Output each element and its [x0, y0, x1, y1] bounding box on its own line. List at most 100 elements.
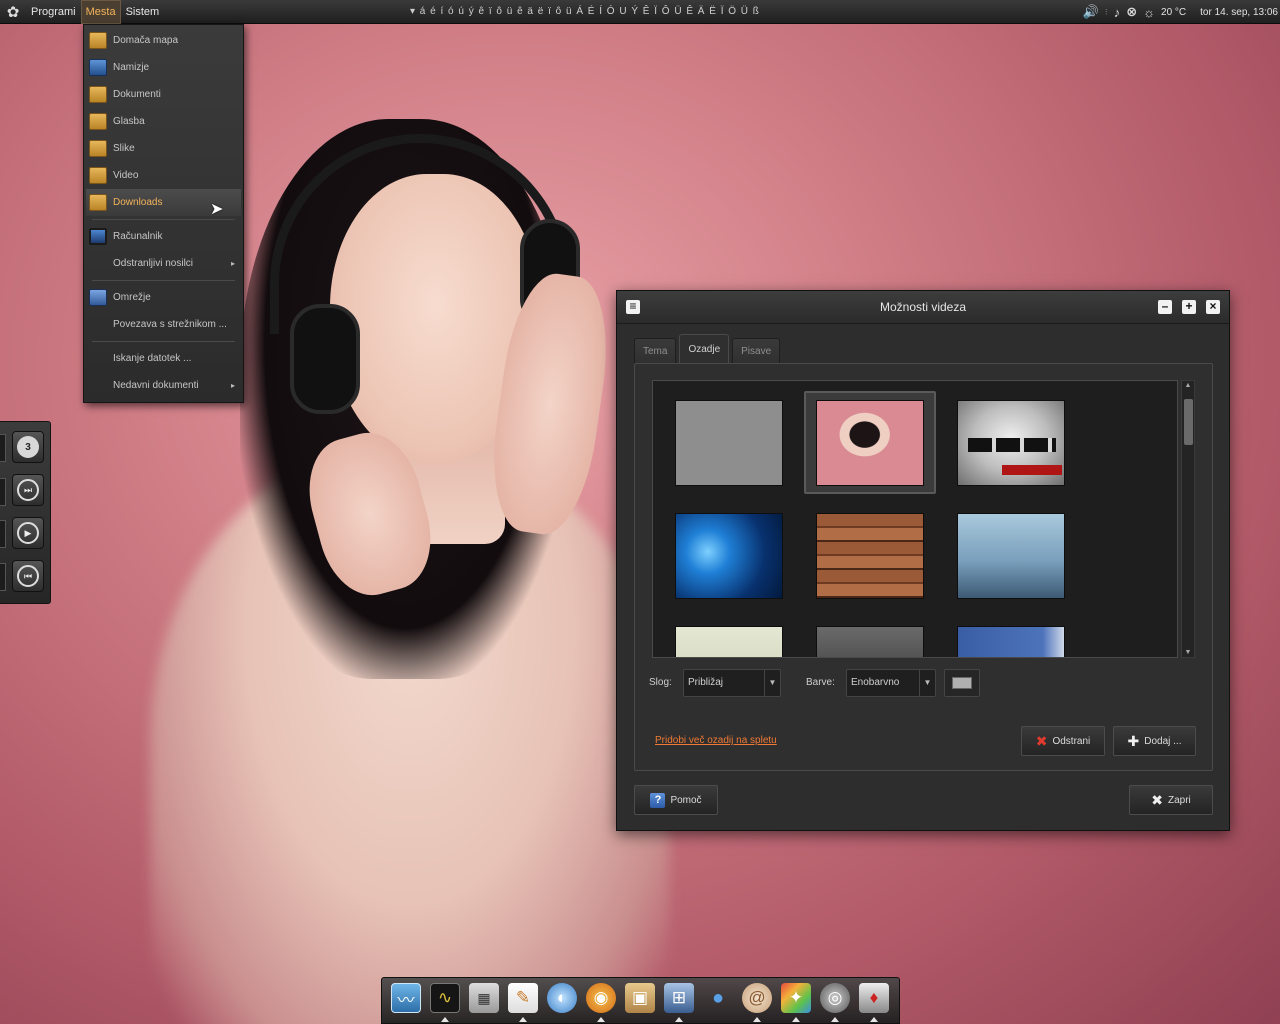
menu-item-pictures[interactable]: Slike — [84, 135, 243, 162]
help-button-label: Pomoč — [670, 794, 702, 806]
menu-item-search-files[interactable]: Iskanje datotek ... — [84, 345, 243, 372]
dialog-titlebar[interactable]: ≡ Možnosti videza – + × — [617, 291, 1229, 324]
water-drop-icon[interactable]: ● — [703, 983, 733, 1013]
menu-separator — [92, 341, 235, 342]
remove-button-label: Odstrani — [1052, 735, 1091, 747]
menu-item-label: Računalnik — [113, 231, 163, 242]
gallery-scrollbar[interactable]: ▲ ▼ — [1181, 380, 1195, 658]
maximize-icon[interactable]: + — [1182, 300, 1196, 314]
menu-item-music[interactable]: Glasba — [84, 108, 243, 135]
computer-icon — [89, 228, 107, 245]
wallpaper-thumb-gray-solid[interactable] — [675, 400, 783, 486]
scrollbar-thumb[interactable] — [1184, 399, 1193, 445]
wallpaper-thumb-blue-sky[interactable] — [957, 626, 1065, 657]
menu-item-label: Namizje — [113, 62, 150, 73]
fast-forward-button[interactable]: ⏭ — [12, 474, 44, 506]
running-indicator — [441, 1017, 449, 1022]
menu-sistem[interactable]: Sistem — [121, 0, 165, 24]
menu-item-desktop[interactable]: Namizje — [84, 54, 243, 81]
gnome-foot-icon[interactable]: ✿ — [0, 0, 26, 24]
wallpaper-thumb-wood-planks[interactable] — [816, 513, 924, 599]
menu-item-recent-documents[interactable]: Nedavni dokumenti ▸ — [84, 372, 243, 399]
wallpaper-thumb-dark-gradient[interactable] — [816, 626, 924, 657]
weather-temperature[interactable]: 20 °C — [1161, 7, 1186, 18]
media-player-widget: 3 ⏭ ▶ ⏮ — [0, 421, 51, 604]
wallpaper-thumb-pale-sketch[interactable] — [675, 626, 783, 657]
network-status-icon[interactable]: ⊗ — [1126, 4, 1137, 20]
color-swatch-button[interactable] — [944, 669, 980, 697]
menu-item-removable-media[interactable]: Odstranljivi nosilci ▸ — [84, 250, 243, 277]
speaker-icon[interactable]: ◎ — [820, 983, 850, 1013]
running-indicator — [597, 1017, 605, 1022]
close-icon[interactable]: × — [1206, 300, 1220, 314]
menu-item-documents[interactable]: Dokumenti — [84, 81, 243, 108]
paint-icon[interactable]: ✦ — [781, 983, 811, 1013]
submenu-arrow-icon: ▸ — [230, 259, 235, 268]
weather-sun-icon[interactable]: ☼ — [1143, 5, 1155, 20]
style-combo[interactable]: Približaj ▼ — [683, 669, 781, 697]
top-panel: ✿ Programi Mesta Sistem ▾ á é í ó ú ý ê … — [0, 0, 1280, 24]
menu-item-computer[interactable]: Računalnik — [84, 223, 243, 250]
rewind-button[interactable]: ⏮ — [12, 560, 44, 592]
close-button[interactable]: ✖ Zapri — [1129, 785, 1213, 815]
volume-icon[interactable]: 🔊 — [1083, 4, 1099, 20]
colors-combo[interactable]: Enobarvno ▼ — [846, 669, 936, 697]
running-indicator — [831, 1017, 839, 1022]
fast-forward-icon: ⏭ — [17, 479, 39, 501]
widget-edge — [0, 434, 6, 462]
rotary-phone-button[interactable]: 3 — [12, 431, 44, 463]
dialog-title: Možnosti videza — [879, 300, 967, 314]
calculator-icon[interactable]: ▦ — [469, 983, 499, 1013]
style-label: Slog: — [649, 677, 672, 688]
media-player-icon[interactable]: ◉ — [586, 983, 616, 1013]
menu-item-home[interactable]: Domača mapa — [84, 27, 243, 54]
menu-item-network[interactable]: Omrežje — [84, 284, 243, 311]
scroll-down-icon[interactable]: ▼ — [1182, 649, 1194, 656]
running-indicator — [792, 1017, 800, 1022]
menu-item-video[interactable]: Video — [84, 162, 243, 189]
wallpaper-thumb-woman-headphones[interactable] — [816, 400, 924, 486]
dialog-tabs: Tema Ozadje Pisave — [634, 334, 783, 364]
running-indicator — [870, 1017, 878, 1022]
blank-icon — [89, 377, 107, 394]
tab-fonts[interactable]: Pisave — [732, 338, 781, 364]
wallpaper-thumb-winter-city[interactable] — [957, 513, 1065, 599]
menu-mesta[interactable]: Mesta — [80, 0, 121, 24]
menu-item-label: Slike — [113, 143, 135, 154]
system-monitor-icon[interactable]: 〰 — [391, 983, 421, 1013]
wallpaper-thumb-bw-cars[interactable] — [957, 400, 1065, 486]
menu-separator — [92, 219, 235, 220]
play-button[interactable]: ▶ — [12, 517, 44, 549]
minimize-icon[interactable]: – — [1158, 300, 1172, 314]
help-button[interactable]: ? Pomoč — [634, 785, 718, 815]
clock[interactable]: tor 14. sep, 13:06 — [1200, 7, 1278, 18]
suit-icon[interactable]: ♦ — [859, 983, 889, 1013]
menu-item-label: Povezava s strežnikom ... — [113, 319, 227, 330]
wallpaper-gallery[interactable] — [652, 380, 1178, 658]
browser-icon[interactable]: ◐ — [547, 983, 577, 1013]
remove-button[interactable]: ✖ Odstrani — [1021, 726, 1105, 756]
mouse-pointer-icon: ➤ — [210, 201, 224, 218]
tab-theme[interactable]: Tema — [634, 338, 677, 364]
network-manager-icon[interactable]: ⊞ — [664, 983, 694, 1013]
shell-icon[interactable]: @ — [742, 983, 772, 1013]
blank-icon — [89, 255, 107, 272]
menu-programi[interactable]: Programi — [26, 0, 81, 24]
package-icon[interactable]: ▣ — [625, 983, 655, 1013]
desktop-icon — [89, 59, 107, 76]
get-more-wallpapers-link[interactable]: Pridobi več ozadij na spletu — [655, 735, 777, 746]
panel-menu-bar: ✿ Programi Mesta Sistem — [0, 0, 164, 24]
scroll-up-icon[interactable]: ▲ — [1182, 382, 1194, 389]
add-button[interactable]: ✚ Dodaj ... — [1113, 726, 1196, 756]
wallpaper-thumb-blue-bokeh[interactable] — [675, 513, 783, 599]
music-note-icon[interactable]: ♪ — [1114, 5, 1121, 20]
remove-x-icon: ✖ — [1035, 732, 1048, 749]
character-palette[interactable]: ▾ á é í ó ú ý ê ï ô ü ê ä ë ï ô ü Á É Í … — [410, 0, 760, 24]
text-editor-icon[interactable]: ✎ — [508, 983, 538, 1013]
blank-icon — [89, 316, 107, 333]
menu-item-connect-server[interactable]: Povezava s strežnikom ... — [84, 311, 243, 338]
folder-pictures-icon — [89, 140, 107, 157]
activity-monitor-icon[interactable]: ∿ — [430, 983, 460, 1013]
rotary-phone-icon: 3 — [17, 436, 39, 458]
tab-background[interactable]: Ozadje — [679, 334, 730, 364]
